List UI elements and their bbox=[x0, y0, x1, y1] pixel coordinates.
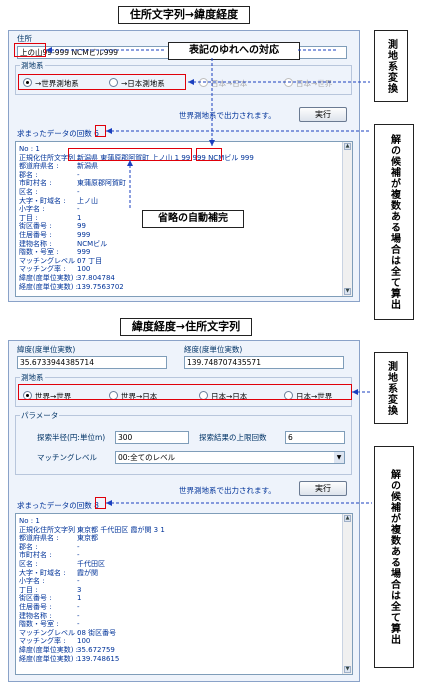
top-arrows bbox=[46, 47, 370, 208]
bottom-arrows bbox=[106, 389, 372, 506]
